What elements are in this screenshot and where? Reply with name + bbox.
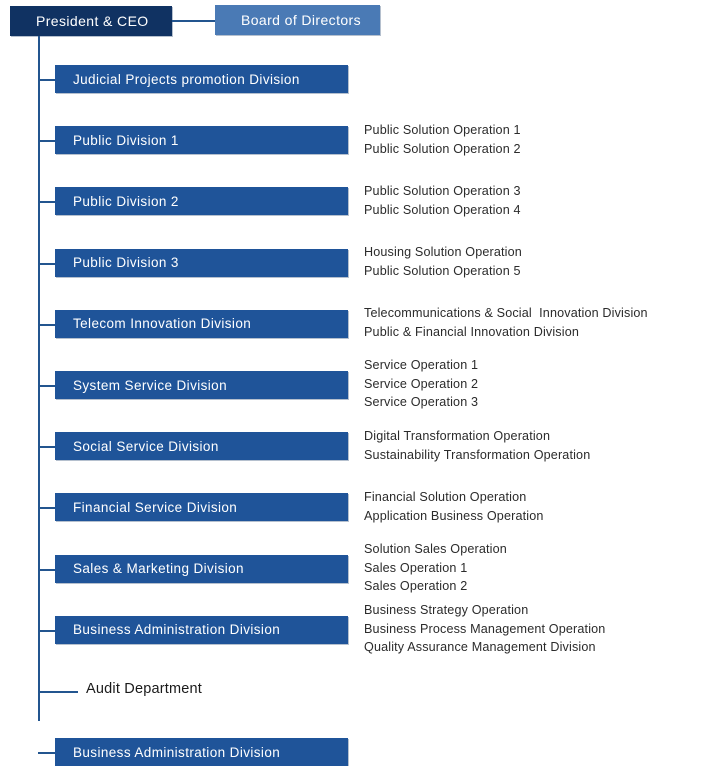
- node-audit-department[interactable]: Audit Department: [86, 681, 202, 697]
- connector-audit-department: [38, 691, 78, 693]
- connector-public-division-2: [38, 201, 55, 203]
- operations-list-business-administration-division: Business Strategy Operation Business Proc…: [364, 601, 605, 657]
- operation-item: Service Operation 3: [364, 395, 479, 410]
- node-telecom-innovation-division-label: Telecom Innovation Division: [73, 316, 252, 332]
- operation-item: Public Solution Operation 5: [364, 263, 521, 278]
- node-public-division-3[interactable]: Public Division 3: [55, 248, 348, 277]
- operation-item: Service Operation 2: [364, 376, 479, 391]
- operation-item: Telecommunications & Social Innovation D…: [364, 306, 648, 320]
- connector-business-administration-division: [38, 752, 55, 754]
- operation-item: Digital Transformation Operation: [364, 429, 551, 443]
- node-public-division-1-label: Public Division 1: [73, 132, 179, 148]
- node-business-administration-division[interactable]: Business Administration Division: [55, 615, 348, 644]
- node-board-of-directors[interactable]: Board of Directors: [215, 5, 380, 35]
- operation-item: Sustainability Transformation Operation: [364, 447, 591, 462]
- node-board-of-directors-label: Board of Directors: [241, 12, 362, 28]
- connector-ceo-to-board: [172, 20, 215, 22]
- node-president-ceo[interactable]: President & CEO: [10, 6, 172, 36]
- node-judicial-projects-promotion-division-label: Judicial Projects promotion Division: [73, 71, 300, 87]
- node-system-service-division[interactable]: System Service Division: [55, 371, 348, 399]
- connector-public-division-3: [38, 263, 55, 265]
- operation-item: Sales Operation 1: [364, 560, 468, 575]
- connector-financial-service-division: [38, 507, 55, 509]
- node-telecom-innovation-division[interactable]: Telecom Innovation Division: [55, 309, 348, 338]
- operations-list-financial-service-division: Financial Solution Operation Application …: [364, 488, 544, 525]
- operations-list-telecom-innovation-division: Telecommunications & Social Innovation D…: [364, 304, 648, 341]
- operation-item: Public Solution Operation 2: [364, 141, 521, 156]
- operation-item: Business Strategy Operation: [364, 603, 529, 617]
- node-financial-service-division[interactable]: Financial Service Division: [55, 493, 348, 522]
- node-audit-department-label: Audit Department: [86, 681, 203, 697]
- operation-item: Quality Assurance Management Division: [364, 640, 596, 655]
- node-financial-service-division-label: Financial Service Division: [73, 499, 238, 515]
- operations-list-social-service-division: Digital Transformation Operation Sustaina…: [364, 427, 590, 464]
- org-chart: President & CEO Board of Directors Judic…: [0, 0, 701, 766]
- operation-item: Application Business Operation: [364, 508, 544, 523]
- node-business-administration-division[interactable]: Business Administration Division: [55, 738, 348, 766]
- operation-item: Service Operation 1: [364, 358, 479, 372]
- node-business-administration-division-label: Business Administration Division: [73, 622, 281, 638]
- operation-item: Business Process Management Operation: [364, 621, 606, 636]
- operations-list-system-service-division: Service Operation 1 Service Operation 2 Se…: [364, 356, 478, 412]
- operation-item: Public Solution Operation 3: [364, 184, 521, 198]
- operation-item: Public & Financial Innovation Division: [364, 324, 580, 339]
- operation-item: Solution Sales Operation: [364, 542, 507, 556]
- node-system-service-division-label: System Service Division: [73, 377, 227, 393]
- node-public-division-2-label: Public Division 2: [73, 193, 179, 209]
- operation-item: Sales Operation 2: [364, 579, 468, 594]
- connector-telecom-innovation-division: [38, 324, 55, 326]
- node-sales-and-marketing-division[interactable]: Sales & Marketing Division: [55, 554, 348, 583]
- operation-item: Financial Solution Operation: [364, 490, 527, 504]
- operations-list-sales-and-marketing-division: Solution Sales Operation Sales Operation …: [364, 540, 507, 596]
- trunk-line-main: [38, 36, 40, 721]
- connector-sales-and-marketing-division: [38, 569, 55, 571]
- operation-item: Public Solution Operation 4: [364, 202, 521, 217]
- operation-item: Public Solution Operation 1: [364, 123, 521, 137]
- node-social-service-division[interactable]: Social Service Division: [55, 432, 348, 461]
- connector-business-administration-division: [38, 630, 55, 632]
- connector-judicial-projects-promotion-division: [38, 79, 55, 81]
- node-business-administration-division-label: Business Administration Division: [73, 744, 281, 760]
- node-public-division-3-label: Public Division 3: [73, 255, 179, 271]
- operation-item: Housing Solution Operation: [364, 245, 522, 259]
- operations-list-public-division-3: Housing Solution Operation Public Solutio…: [364, 243, 522, 280]
- node-president-ceo-label: President & CEO: [36, 13, 149, 29]
- operations-list-public-division-1: Public Solution Operation 1 Public Soluti…: [364, 121, 521, 158]
- connector-system-service-division: [38, 385, 55, 387]
- connector-social-service-division: [38, 446, 55, 448]
- node-social-service-division-label: Social Service Division: [73, 438, 219, 454]
- operations-list-public-division-2: Public Solution Operation 3 Public Soluti…: [364, 182, 521, 219]
- node-public-division-2[interactable]: Public Division 2: [55, 187, 348, 216]
- node-sales-and-marketing-division-label: Sales & Marketing Division: [73, 561, 244, 577]
- node-public-division-1[interactable]: Public Division 1: [55, 126, 348, 155]
- node-judicial-projects-promotion-division[interactable]: Judicial Projects promotion Division: [55, 65, 348, 93]
- connector-public-division-1: [38, 140, 55, 142]
